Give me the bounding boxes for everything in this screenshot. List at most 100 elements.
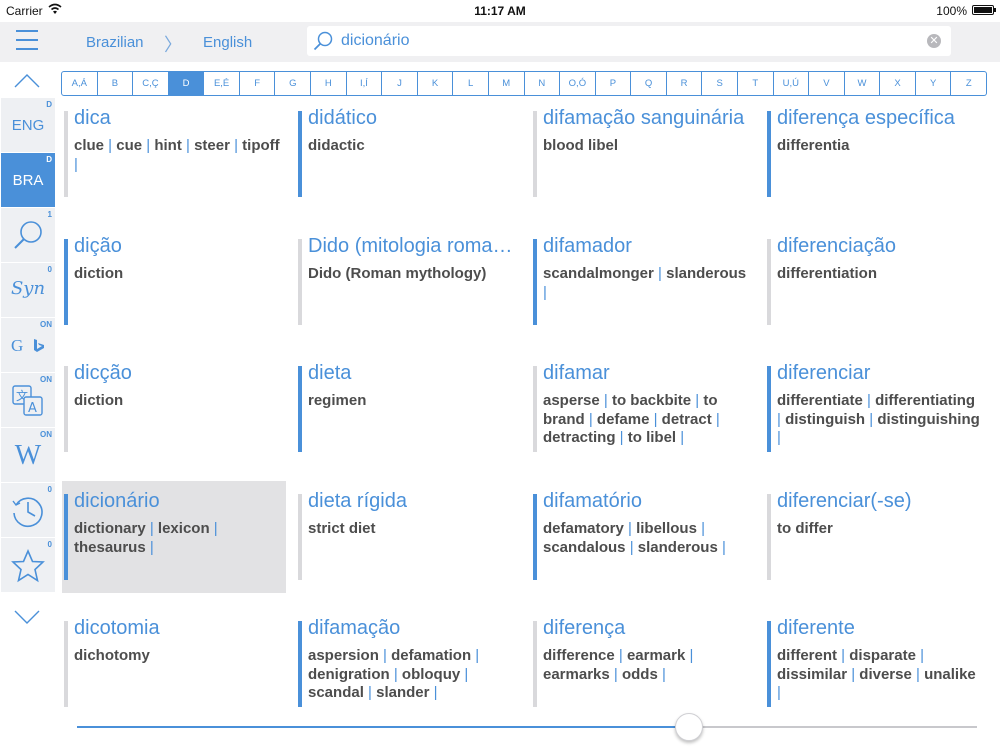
zoom-slider[interactable]: [77, 713, 977, 741]
entry-card[interactable]: dicionário dictionary | lexicon | thesaur…: [62, 481, 286, 593]
translation-term[interactable]: diction: [74, 392, 123, 409]
translation-term[interactable]: defamation: [391, 647, 471, 664]
translation-term[interactable]: tipoff: [242, 137, 279, 154]
translation-term[interactable]: Dido (Roman mythology): [308, 265, 486, 282]
alphabet-tab[interactable]: C,Ç: [133, 71, 169, 96]
alphabet-tab[interactable]: U,Ú: [773, 71, 810, 96]
translation-term[interactable]: libellous: [636, 520, 697, 537]
sidebar-item-wikipedia[interactable]: W ON: [1, 428, 55, 483]
alphabet-tab[interactable]: W: [844, 71, 881, 96]
translation-term[interactable]: distinguishing: [877, 411, 980, 428]
translation-term[interactable]: asperse: [543, 392, 600, 409]
alphabet-tab[interactable]: I,Í: [346, 71, 383, 96]
translation-term[interactable]: differentiating: [875, 392, 975, 409]
sidebar-item-favorites[interactable]: 0: [1, 538, 55, 593]
entry-card[interactable]: didático didactic: [296, 106, 520, 218]
entry-card[interactable]: difamatório defamatory | libellous | scan…: [531, 489, 755, 601]
entry-card[interactable]: dieta rígida strict diet: [296, 489, 520, 601]
translation-term[interactable]: slanderous: [638, 539, 718, 556]
entry-card[interactable]: diferenciar differentiate | differentiati…: [765, 361, 989, 473]
translation-term[interactable]: differentia: [777, 137, 850, 154]
search-box[interactable]: ✕: [307, 26, 951, 56]
translation-term[interactable]: cue: [116, 137, 142, 154]
translation-term[interactable]: dissimilar: [777, 666, 847, 683]
alphabet-tab[interactable]: G: [275, 71, 312, 96]
translation-term[interactable]: slander: [376, 684, 429, 701]
sidebar-item-synonyms[interactable]: Syn 0: [1, 263, 55, 318]
translation-term[interactable]: hint: [154, 137, 182, 154]
alphabet-tab[interactable]: V: [809, 71, 845, 96]
translation-term[interactable]: lexicon: [158, 520, 210, 537]
chevron-up-icon[interactable]: [14, 72, 40, 92]
search-input[interactable]: [341, 30, 921, 52]
translation-term[interactable]: detract: [662, 411, 712, 428]
translation-term[interactable]: blood libel: [543, 137, 618, 154]
alphabet-tab[interactable]: Z: [951, 71, 988, 96]
translation-term[interactable]: odds: [622, 666, 658, 683]
translation-term[interactable]: differentiate: [777, 392, 863, 409]
translation-term[interactable]: unalike: [924, 666, 976, 683]
source-language[interactable]: Brazilian: [86, 34, 144, 51]
alphabet-tab[interactable]: J: [382, 71, 418, 96]
translation-term[interactable]: diverse: [859, 666, 912, 683]
alphabet-tab[interactable]: T: [737, 71, 774, 96]
sidebar-item-translate[interactable]: 文 A ON: [1, 373, 55, 428]
alphabet-tab[interactable]: R: [666, 71, 703, 96]
alphabet-tab[interactable]: A,Á: [61, 71, 98, 96]
translation-term[interactable]: didactic: [308, 137, 365, 154]
alphabet-tab[interactable]: M: [488, 71, 525, 96]
translation-term[interactable]: steer: [194, 137, 230, 154]
clear-search-icon[interactable]: ✕: [927, 34, 941, 48]
entry-card[interactable]: diferenciação differentiation: [765, 234, 989, 346]
alphabet-tab[interactable]: N: [524, 71, 561, 96]
translation-term[interactable]: slanderous: [666, 265, 746, 282]
entry-card[interactable]: dição diction: [62, 234, 286, 346]
translation-term[interactable]: denigration: [308, 666, 390, 683]
alphabet-tab[interactable]: B: [97, 71, 134, 96]
translation-term[interactable]: defame: [597, 411, 650, 428]
entry-card[interactable]: difamar asperse | to backbite | to brand …: [531, 361, 755, 473]
translation-term[interactable]: diction: [74, 265, 123, 282]
entry-card[interactable]: diferença específica differentia: [765, 106, 989, 218]
chevron-down-icon[interactable]: [14, 606, 40, 626]
entry-card[interactable]: difamação aspersion | defamation | denigr…: [296, 616, 520, 728]
sidebar-item-search[interactable]: 1: [1, 208, 55, 263]
alphabet-tab[interactable]: P: [595, 71, 632, 96]
translation-term[interactable]: clue: [74, 137, 104, 154]
translation-term[interactable]: to differ: [777, 520, 833, 537]
translation-term[interactable]: earmarks: [543, 666, 610, 683]
alphabet-tab[interactable]: Q: [631, 71, 667, 96]
translation-term[interactable]: scandalous: [543, 539, 626, 556]
alphabet-tab[interactable]: O,Ó: [560, 71, 596, 96]
entry-card[interactable]: dica clue | cue | hint | steer | tipoff |: [62, 106, 286, 218]
alphabet-tab[interactable]: F: [239, 71, 276, 96]
alphabet-tab[interactable]: L: [453, 71, 489, 96]
translation-term[interactable]: detracting: [543, 429, 616, 446]
translation-term[interactable]: scandalmonger: [543, 265, 654, 282]
translation-term[interactable]: dictionary: [74, 520, 146, 537]
translation-term[interactable]: strict diet: [308, 520, 376, 537]
target-language[interactable]: English: [203, 34, 252, 51]
alphabet-tab[interactable]: D: [168, 71, 205, 96]
sidebar-item-brazilian[interactable]: BRA D: [1, 153, 55, 208]
translation-term[interactable]: difference: [543, 647, 615, 664]
entry-card[interactable]: dicotomia dichotomy: [62, 616, 286, 728]
sidebar-item-google-bing[interactable]: G ON: [1, 318, 55, 373]
entry-card[interactable]: dicção diction: [62, 361, 286, 473]
translation-term[interactable]: different: [777, 647, 837, 664]
translation-term[interactable]: distinguish: [785, 411, 865, 428]
translation-term[interactable]: earmark: [627, 647, 685, 664]
entry-card[interactable]: dieta regimen: [296, 361, 520, 473]
translation-term[interactable]: to libel: [628, 429, 676, 446]
alphabet-tab[interactable]: Y: [915, 71, 952, 96]
entry-card[interactable]: difamação sanguinária blood libel: [531, 106, 755, 218]
translation-term[interactable]: differentiation: [777, 265, 877, 282]
alphabet-tab[interactable]: K: [417, 71, 454, 96]
alphabet-tab[interactable]: X: [880, 71, 916, 96]
translation-term[interactable]: scandal: [308, 684, 364, 701]
translation-term[interactable]: to backbite: [612, 392, 691, 409]
chevron-right-icon[interactable]: 〉: [164, 31, 182, 57]
entry-card[interactable]: Dido (mitologia romana) Dido (Roman mytho…: [296, 234, 520, 346]
slider-thumb[interactable]: [675, 713, 703, 741]
alphabet-tab[interactable]: H: [311, 71, 347, 96]
